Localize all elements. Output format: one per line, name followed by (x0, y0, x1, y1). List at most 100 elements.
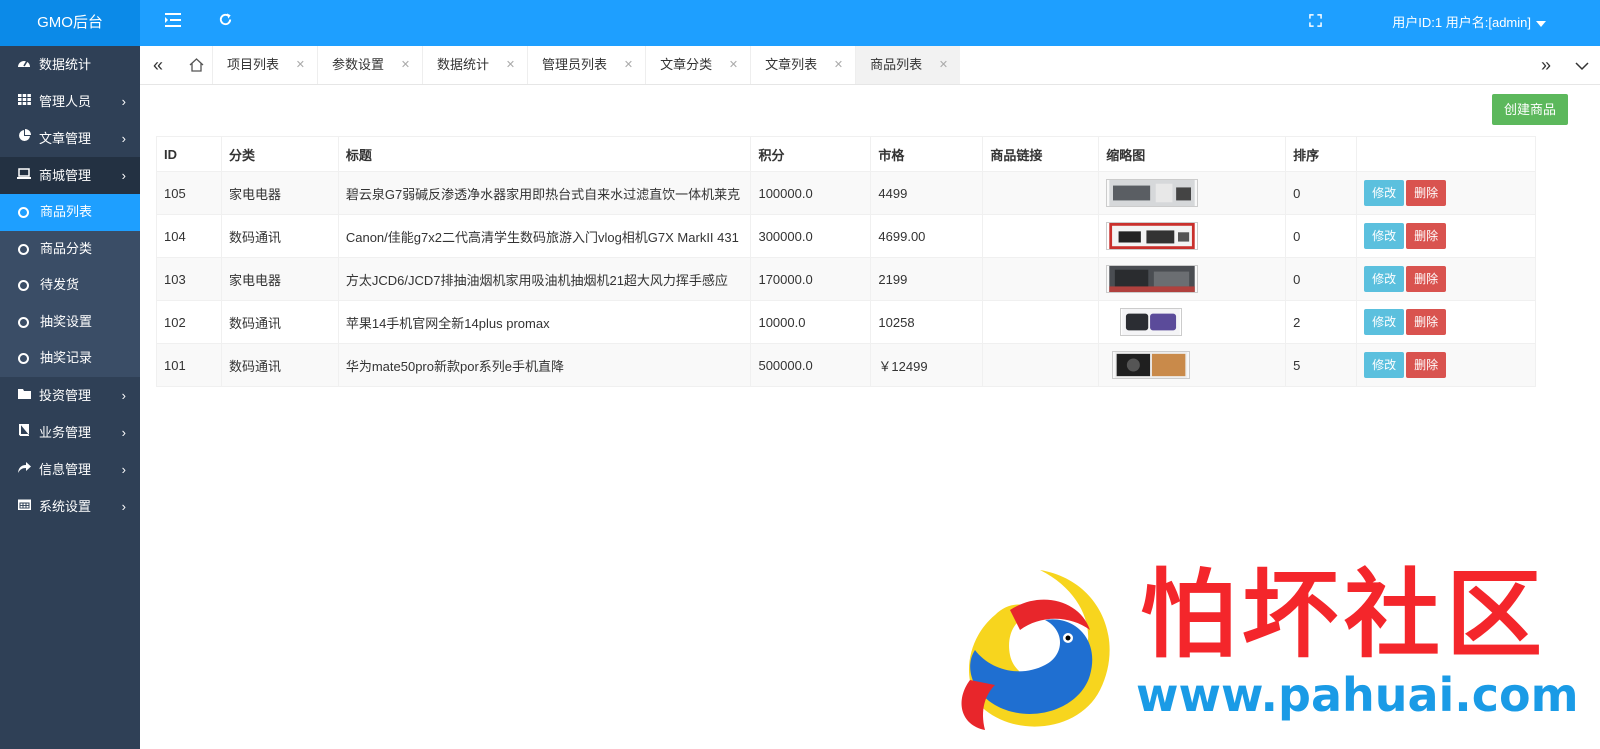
fullscreen-icon[interactable] (1300, 0, 1330, 46)
table-header-row: ID 分类 标题 积分 市格 商品链接 缩略图 排序 (156, 136, 1536, 172)
cell-price: 4499 (870, 171, 984, 215)
book-icon (16, 414, 32, 451)
edit-button[interactable]: 修改 (1364, 223, 1405, 249)
mall-submenu: 商品列表 商品分类 待发货 抽奖设置 抽奖记录 (0, 194, 140, 377)
user-menu[interactable]: 用户ID:1 用户名:[admin] (1392, 0, 1546, 46)
chevron-down-icon[interactable] (1564, 46, 1600, 84)
watermark: 怕坏社区 www.pahuai.com (950, 558, 1579, 740)
tabs-scroll-right-icon[interactable]: » (1528, 46, 1564, 84)
menu-toggle-icon[interactable] (158, 0, 188, 46)
sidebar-subitem-label: 商品列表 (40, 204, 93, 219)
sidebar-item-mall[interactable]: 商城管理 › (0, 157, 140, 194)
edit-button[interactable]: 修改 (1364, 266, 1405, 292)
delete-button[interactable]: 删除 (1406, 352, 1447, 378)
table-row: 105 家电电器 碧云泉G7弱碱反渗透净水器家用即热台式自来水过滤直饮一体机莱克… (156, 171, 1536, 215)
cell-sort: 0 (1285, 171, 1358, 215)
cell-actions: 修改 删除 (1356, 343, 1536, 387)
sidebar-item-system[interactable]: 系统设置 › (0, 488, 140, 525)
edit-button[interactable]: 修改 (1364, 309, 1405, 335)
cell-link (982, 343, 1100, 387)
sidebar-subitem-label: 抽奖记录 (40, 350, 93, 366)
grid-icon (16, 83, 32, 120)
delete-button[interactable]: 删除 (1406, 266, 1447, 292)
caret-down-icon (1536, 20, 1546, 27)
close-icon[interactable]: ✕ (729, 46, 738, 84)
cell-points: 100000.0 (750, 171, 872, 215)
edit-button[interactable]: 修改 (1364, 180, 1405, 206)
tab-label: 文章列表 (765, 57, 818, 72)
circle-icon (18, 280, 29, 292)
edit-button[interactable]: 修改 (1364, 352, 1405, 378)
sidebar-item-label: 数据统计 (39, 57, 92, 72)
watermark-url: www.pahuai.com (1136, 668, 1579, 722)
watermark-text: 怕坏社区 (1140, 558, 1548, 671)
sidebar-item-business[interactable]: 业务管理 › (0, 414, 140, 451)
home-icon[interactable] (178, 46, 214, 84)
cell-id: 101 (156, 343, 222, 387)
tab-product-list[interactable]: 商品列表 ✕ (855, 46, 961, 84)
tab-parameter-settings[interactable]: 参数设置 ✕ (317, 46, 422, 84)
delete-button[interactable]: 删除 (1406, 180, 1447, 206)
chevron-right-icon: › (121, 424, 126, 440)
cell-id: 104 (156, 214, 222, 258)
sidebar-subitem-product-category[interactable]: 商品分类 (0, 231, 140, 268)
close-icon[interactable]: ✕ (296, 46, 305, 84)
tab-admin-list[interactable]: 管理员列表 ✕ (527, 46, 645, 84)
delete-button[interactable]: 删除 (1406, 223, 1447, 249)
create-product-button[interactable]: 创建商品 (1491, 94, 1568, 125)
cell-price: 4699.00 (870, 214, 984, 258)
chevron-right-icon: › (121, 94, 126, 109)
close-icon[interactable]: ✕ (939, 46, 948, 84)
cell-points: 170000.0 (750, 257, 872, 301)
tab-bar: « 项目列表 ✕ 参数设置 ✕ 数据统计 ✕ 管理员列表 ✕ 文章分类 ✕ 文章列表 ✕ 商… (140, 46, 1600, 85)
circle-icon (18, 207, 29, 218)
tab-project-list[interactable]: 项目列表 ✕ (212, 46, 317, 84)
tab-label: 文章分类 (660, 57, 713, 72)
sidebar-subitem-lottery-settings[interactable]: 抽奖设置 (0, 304, 140, 341)
sidebar-subitem-pending-shipment[interactable]: 待发货 (0, 267, 140, 304)
tab-article-list[interactable]: 文章列表 ✕ (750, 46, 855, 84)
cell-category: 数码通讯 (220, 343, 339, 387)
sidebar-item-label: 管理人员 (39, 94, 92, 109)
sidebar-subitem-product-list[interactable]: 商品列表 (0, 194, 140, 231)
tab-data-stats[interactable]: 数据统计 ✕ (422, 46, 527, 84)
cell-id: 102 (156, 300, 222, 344)
cell-title: 方太JCD6/JCD7排抽油烟机家用吸油机抽烟机21超大风力挥手感应 (337, 257, 752, 301)
sidebar-item-messages[interactable]: 信息管理 › (0, 451, 140, 488)
sidebar-item-stats[interactable]: 数据统计 (0, 46, 140, 83)
brand-logo: GMO后台 (0, 0, 140, 46)
product-thumbnail (1106, 265, 1199, 293)
sidebar-item-label: 文章管理 (39, 131, 92, 146)
folder-icon (16, 377, 32, 414)
chevron-right-icon: › (121, 168, 126, 183)
product-thumbnail (1106, 222, 1199, 250)
cell-sort: 0 (1285, 257, 1358, 301)
user-info-text: 用户ID:1 用户名:[admin] (1392, 15, 1531, 30)
cell-category: 数码通讯 (220, 214, 339, 258)
cell-price: 2199 (870, 257, 984, 301)
refresh-icon[interactable] (210, 0, 240, 46)
close-icon[interactable]: ✕ (624, 46, 633, 84)
column-header-points: 积分 (750, 136, 872, 172)
table-row: 102 数码通讯 苹果14手机官网全新14plus promax 10000.0… (156, 300, 1536, 344)
cell-actions: 修改 删除 (1356, 257, 1536, 301)
calendar-icon (16, 488, 32, 525)
sidebar-subitem-label: 商品分类 (40, 240, 93, 256)
sidebar-item-articles[interactable]: 文章管理 › (0, 120, 140, 157)
tabs-scroll-left-icon[interactable]: « (140, 46, 176, 84)
close-icon[interactable]: ✕ (834, 46, 843, 84)
tab-article-category[interactable]: 文章分类 ✕ (645, 46, 750, 84)
close-icon[interactable]: ✕ (401, 46, 410, 84)
table-row: 101 数码通讯 华为mate50pro新款por系列e手机直降 500000.… (156, 343, 1536, 387)
sidebar-item-investment[interactable]: 投资管理 › (0, 377, 140, 414)
product-thumbnail (1112, 351, 1191, 379)
cell-thumbnail (1098, 343, 1287, 387)
delete-button[interactable]: 删除 (1406, 309, 1447, 335)
close-icon[interactable]: ✕ (506, 46, 515, 84)
cell-category: 家电电器 (220, 257, 339, 301)
sidebar-subitem-lottery-records[interactable]: 抽奖记录 (0, 340, 140, 377)
sidebar-item-admins[interactable]: 管理人员 › (0, 83, 140, 120)
column-header-price: 市格 (870, 136, 984, 172)
circle-icon (18, 243, 29, 255)
column-header-link: 商品链接 (982, 136, 1100, 172)
